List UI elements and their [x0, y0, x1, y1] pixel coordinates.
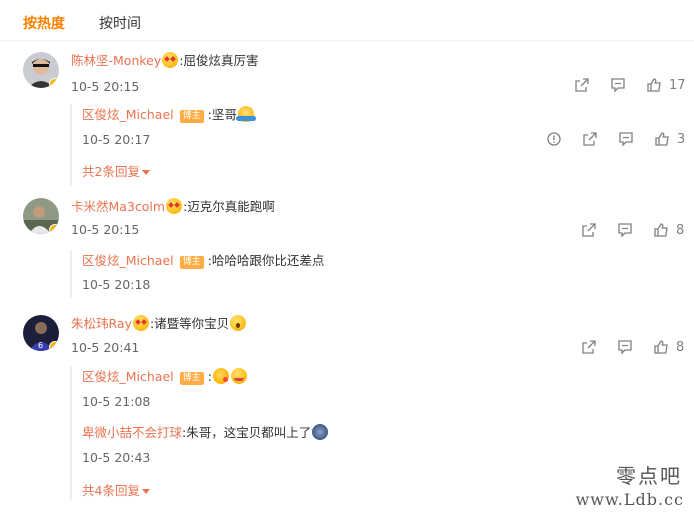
share-icon: [582, 223, 596, 237]
more-replies-link[interactable]: 共2条回复: [82, 161, 150, 180]
tabs-divider: [0, 40, 694, 41]
author-badge: 博主: [179, 372, 204, 385]
love-eyes-emoji-icon: [166, 198, 183, 214]
like-button[interactable]: 8: [653, 339, 684, 355]
reply-text: :朱哥，这宝贝都叫上了: [182, 425, 312, 440]
share-button[interactable]: [581, 339, 597, 355]
reply-line: 卑微小喆不会打球:朱哥，这宝贝都叫上了: [82, 424, 329, 442]
more-replies-label: 共2条回复: [82, 164, 140, 179]
reply-author[interactable]: 区俊炫_Michael: [82, 369, 174, 384]
verified-badge-icon: [49, 224, 59, 234]
like-count: 8: [676, 222, 685, 238]
reply-line: 区俊炫_Michael 博主:: [82, 368, 248, 386]
like-count: 8: [676, 339, 685, 355]
reply-time: 10-5 21:08: [82, 394, 151, 409]
svg-text:6: 6: [38, 341, 43, 350]
photo-emoji-icon: [312, 424, 329, 440]
share-button[interactable]: [574, 77, 590, 93]
comment-button[interactable]: [617, 222, 633, 238]
kiss-emoji-icon: [212, 368, 229, 384]
reply-thread-bar: [70, 366, 72, 500]
comment-author[interactable]: 陈林坚-Monkey: [71, 53, 161, 68]
reply-text: :坚哥: [207, 107, 237, 122]
reply-text: :: [207, 369, 212, 384]
comment-actions: 8: [581, 220, 684, 240]
reply-text: :哈哈哈跟你比还差点: [207, 253, 325, 268]
sort-tabs: 按热度 按时间: [23, 12, 141, 36]
author-badge: 博主: [179, 110, 204, 123]
reply-time: 10-5 20:43: [82, 450, 151, 465]
comment-button[interactable]: [618, 131, 634, 147]
hug-emoji-icon: [235, 106, 256, 122]
like-count: 17: [669, 77, 686, 93]
share-icon: [582, 340, 596, 354]
share-icon: [575, 78, 589, 92]
blush-emoji-icon: [230, 368, 247, 384]
love-eyes-emoji-icon: [162, 52, 179, 68]
comment-time: 10-5 20:15: [71, 79, 140, 94]
comment-button[interactable]: [617, 339, 633, 355]
shocked-emoji-icon: [230, 315, 247, 331]
comment-line: 卡米然Ma3colm :迈克尔真能跑啊: [71, 198, 275, 216]
more-replies-link[interactable]: 共4条回复: [82, 480, 150, 499]
comment-text: :迈克尔真能跑啊: [183, 199, 275, 214]
thumbs-up-icon: [647, 78, 661, 92]
love-eyes-emoji-icon: [132, 315, 149, 331]
comment-text: :屈俊炫真厉害: [179, 53, 259, 68]
comment-icon: [618, 223, 632, 238]
comment-author[interactable]: 卡米然Ma3colm: [71, 199, 165, 214]
comment-time: 10-5 20:15: [71, 222, 140, 237]
comment-time: 10-5 20:41: [71, 340, 140, 355]
avatar[interactable]: [23, 52, 59, 88]
watermark-logo: 零点吧: [616, 464, 682, 488]
reply-line: 区俊炫_Michael 博主:坚哥: [82, 106, 256, 124]
reply-author[interactable]: 区俊炫_Michael: [82, 107, 174, 122]
warning-icon: [547, 132, 561, 146]
like-button[interactable]: 8: [653, 222, 684, 238]
watermark-url: www.Ldb.cc: [575, 490, 684, 509]
like-button[interactable]: 17: [646, 77, 686, 93]
reply-author[interactable]: 卑微小喆不会打球: [82, 425, 182, 440]
reply-author[interactable]: 区俊炫_Michael: [82, 253, 174, 268]
comment-icon: [611, 78, 625, 93]
comment-text: :诸暨等你宝贝: [149, 316, 230, 331]
more-replies-label: 共4条回复: [82, 483, 140, 498]
thumbs-up-icon: [655, 132, 669, 146]
comment-actions: 8: [581, 337, 684, 357]
verified-badge-icon: [49, 341, 59, 351]
reply-time: 10-5 20:17: [82, 132, 151, 147]
comment-button[interactable]: [610, 77, 626, 93]
comment-icon: [619, 132, 633, 147]
like-button[interactable]: 3: [654, 131, 685, 147]
author-badge: 博主: [179, 256, 204, 269]
reply-thread-bar: [70, 104, 72, 186]
reply-thread-bar: [70, 250, 72, 298]
reply-time: 10-5 20:18: [82, 277, 151, 292]
comment-actions: 17: [574, 75, 686, 95]
tab-by-hot[interactable]: 按热度: [23, 12, 65, 36]
reply-line: 区俊炫_Michael 博主:哈哈哈跟你比还差点: [82, 252, 324, 270]
comment-line: 陈林坚-Monkey :屈俊炫真厉害: [71, 52, 258, 70]
share-button[interactable]: [581, 222, 597, 238]
tab-by-time[interactable]: 按时间: [99, 12, 141, 36]
reply-actions: 3: [546, 129, 685, 149]
comment-line: 朱松玮Ray :诸暨等你宝贝: [71, 315, 247, 333]
report-button[interactable]: [546, 131, 562, 147]
comment-author[interactable]: 朱松玮Ray: [71, 316, 132, 331]
chevron-down-icon: [141, 489, 150, 494]
comment-icon: [618, 340, 632, 355]
thumbs-up-icon: [654, 340, 668, 354]
share-button[interactable]: [582, 131, 598, 147]
like-count: 3: [677, 131, 686, 147]
verified-badge-icon: [49, 78, 59, 88]
avatar[interactable]: [23, 198, 59, 234]
chevron-down-icon: [141, 170, 150, 175]
share-icon: [583, 132, 597, 146]
avatar[interactable]: 6: [23, 315, 59, 351]
thumbs-up-icon: [654, 223, 668, 237]
